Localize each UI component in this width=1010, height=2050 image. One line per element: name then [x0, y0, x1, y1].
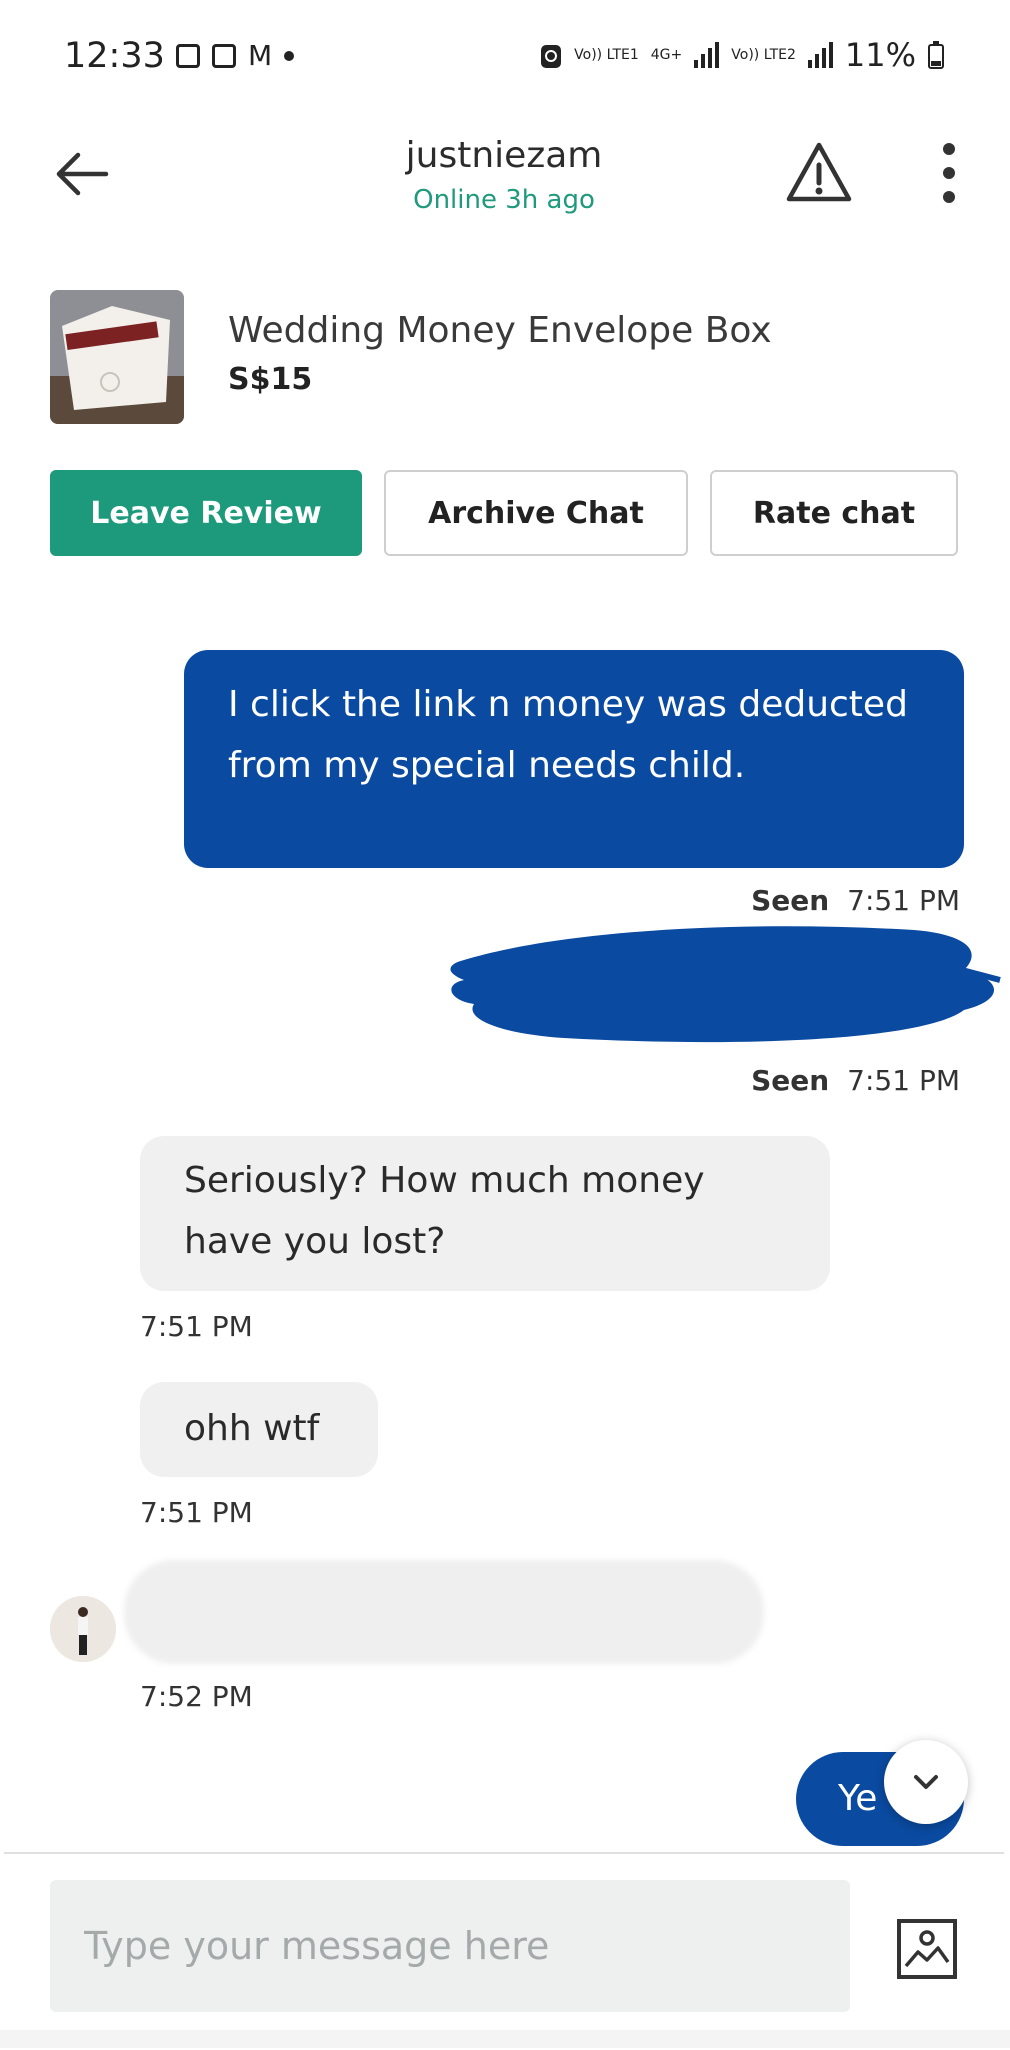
network-lte1-label: Vo)) LTE1: [574, 47, 639, 63]
incoming-message[interactable]: Seriously? How much money have you lost?: [140, 1136, 830, 1291]
message-text: Ye: [838, 1778, 878, 1819]
chat-username[interactable]: justniezam: [4, 135, 1004, 176]
attach-image-icon[interactable]: [896, 1918, 958, 1980]
rate-chat-button[interactable]: Rate chat: [710, 470, 958, 556]
gallery-icon: [176, 44, 200, 68]
chat-screen: 12:33 M Vo)) LTE1 4G+ Vo)) LTE2 11% just…: [4, 0, 1004, 2048]
message-text: I click the link n money was deducted fr…: [228, 684, 908, 786]
more-notifications-icon: [284, 51, 295, 61]
message-time: 7:51 PM: [140, 1496, 253, 1529]
archive-chat-button[interactable]: Archive Chat: [384, 470, 688, 556]
gmail-icon: M: [248, 39, 273, 72]
wedding-box-image: [50, 290, 184, 424]
chevron-down-icon: [914, 1775, 938, 1789]
message-time: 7:51 PM: [847, 884, 960, 917]
seen-label: Seen: [751, 1064, 830, 1097]
message-meta: Seen 7:51 PM: [751, 1064, 960, 1097]
scroll-to-bottom-button[interactable]: [884, 1740, 968, 1824]
online-status: Online 3h ago: [413, 185, 595, 215]
seen-label: Seen: [751, 884, 830, 917]
signal-1-icon: [694, 42, 720, 68]
redacted-outgoing-message[interactable]: [444, 920, 1004, 1048]
listing-card[interactable]: Wedding Money Envelope Box S$15: [4, 290, 1004, 430]
listing-title[interactable]: Wedding Money Envelope Box: [228, 310, 772, 351]
status-right: Vo)) LTE1 4G+ Vo)) LTE2 11%: [540, 36, 944, 74]
system-nav-bar: [0, 2030, 1010, 2048]
more-options-icon[interactable]: [942, 143, 956, 203]
network-4g-label: 4G+: [650, 47, 683, 63]
battery-percent: 11%: [844, 36, 916, 74]
redacted-incoming-message[interactable]: [124, 1560, 764, 1664]
report-warning-icon[interactable]: [784, 139, 854, 205]
battery-icon: [928, 41, 944, 69]
outgoing-message[interactable]: I click the link n money was deducted fr…: [184, 650, 964, 868]
message-meta: Seen 7:51 PM: [751, 884, 960, 917]
message-text: Seriously? How much money have you lost?: [184, 1160, 705, 1262]
listing-thumbnail[interactable]: [50, 290, 184, 424]
data-saver-icon: [541, 45, 562, 68]
listing-price: S$15: [228, 362, 313, 397]
message-time: 7:51 PM: [847, 1064, 960, 1097]
incoming-message[interactable]: ohh wtf: [140, 1382, 378, 1477]
sender-avatar[interactable]: [50, 1596, 116, 1662]
network-lte2-label: Vo)) LTE2: [731, 47, 796, 63]
message-time: 7:52 PM: [140, 1680, 253, 1713]
signal-2-icon: [807, 42, 833, 68]
status-bar: 12:33 M Vo)) LTE1 4G+ Vo)) LTE2 11%: [4, 0, 1004, 115]
message-input[interactable]: [50, 1880, 850, 2012]
chat-header: justniezam Online 3h ago: [4, 115, 1004, 265]
status-time: 12:33: [64, 36, 165, 76]
chat-actions: Leave Review Archive Chat Rate chat: [4, 470, 1004, 558]
message-time: 7:51 PM: [140, 1310, 253, 1343]
avatar-image: [50, 1596, 116, 1662]
message-composer: [4, 1852, 1004, 2050]
notification-icons: M: [176, 39, 295, 72]
message-text: ohh wtf: [184, 1408, 320, 1449]
clock-icon: [212, 44, 236, 68]
leave-review-button[interactable]: Leave Review: [50, 470, 362, 556]
